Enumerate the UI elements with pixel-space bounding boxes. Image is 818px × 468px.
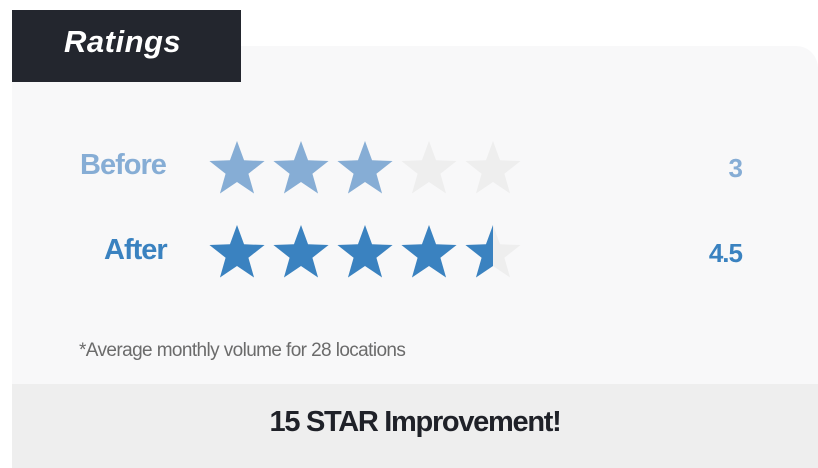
star-filled-icon (273, 141, 329, 194)
improvement-text: 15 STAR Improvement! (269, 406, 562, 438)
star-empty-icon (465, 141, 521, 194)
before-label: Before (80, 149, 167, 181)
star-empty-icon (401, 141, 457, 194)
star-half-icon (465, 225, 521, 278)
ratings-header-tab: Ratings (12, 10, 241, 82)
star-filled-icon (337, 141, 393, 194)
star-filled-icon (401, 225, 457, 278)
after-label: After (104, 234, 168, 266)
footnote: *Average monthly volume for 28 locations (79, 340, 406, 361)
before-rating-value: 3 (728, 153, 743, 183)
star-filled-icon (273, 225, 329, 278)
after-rating-value: 4.5 (708, 238, 743, 268)
improvement-banner: 15 STAR Improvement! (12, 384, 818, 468)
ratings-title: Ratings (64, 24, 182, 59)
ratings-widget: Ratings Before 3 After 4.5 *Average mont… (0, 0, 818, 468)
star-filled-icon (337, 225, 393, 278)
star-filled-icon (209, 225, 265, 278)
star-filled-icon (209, 141, 265, 194)
